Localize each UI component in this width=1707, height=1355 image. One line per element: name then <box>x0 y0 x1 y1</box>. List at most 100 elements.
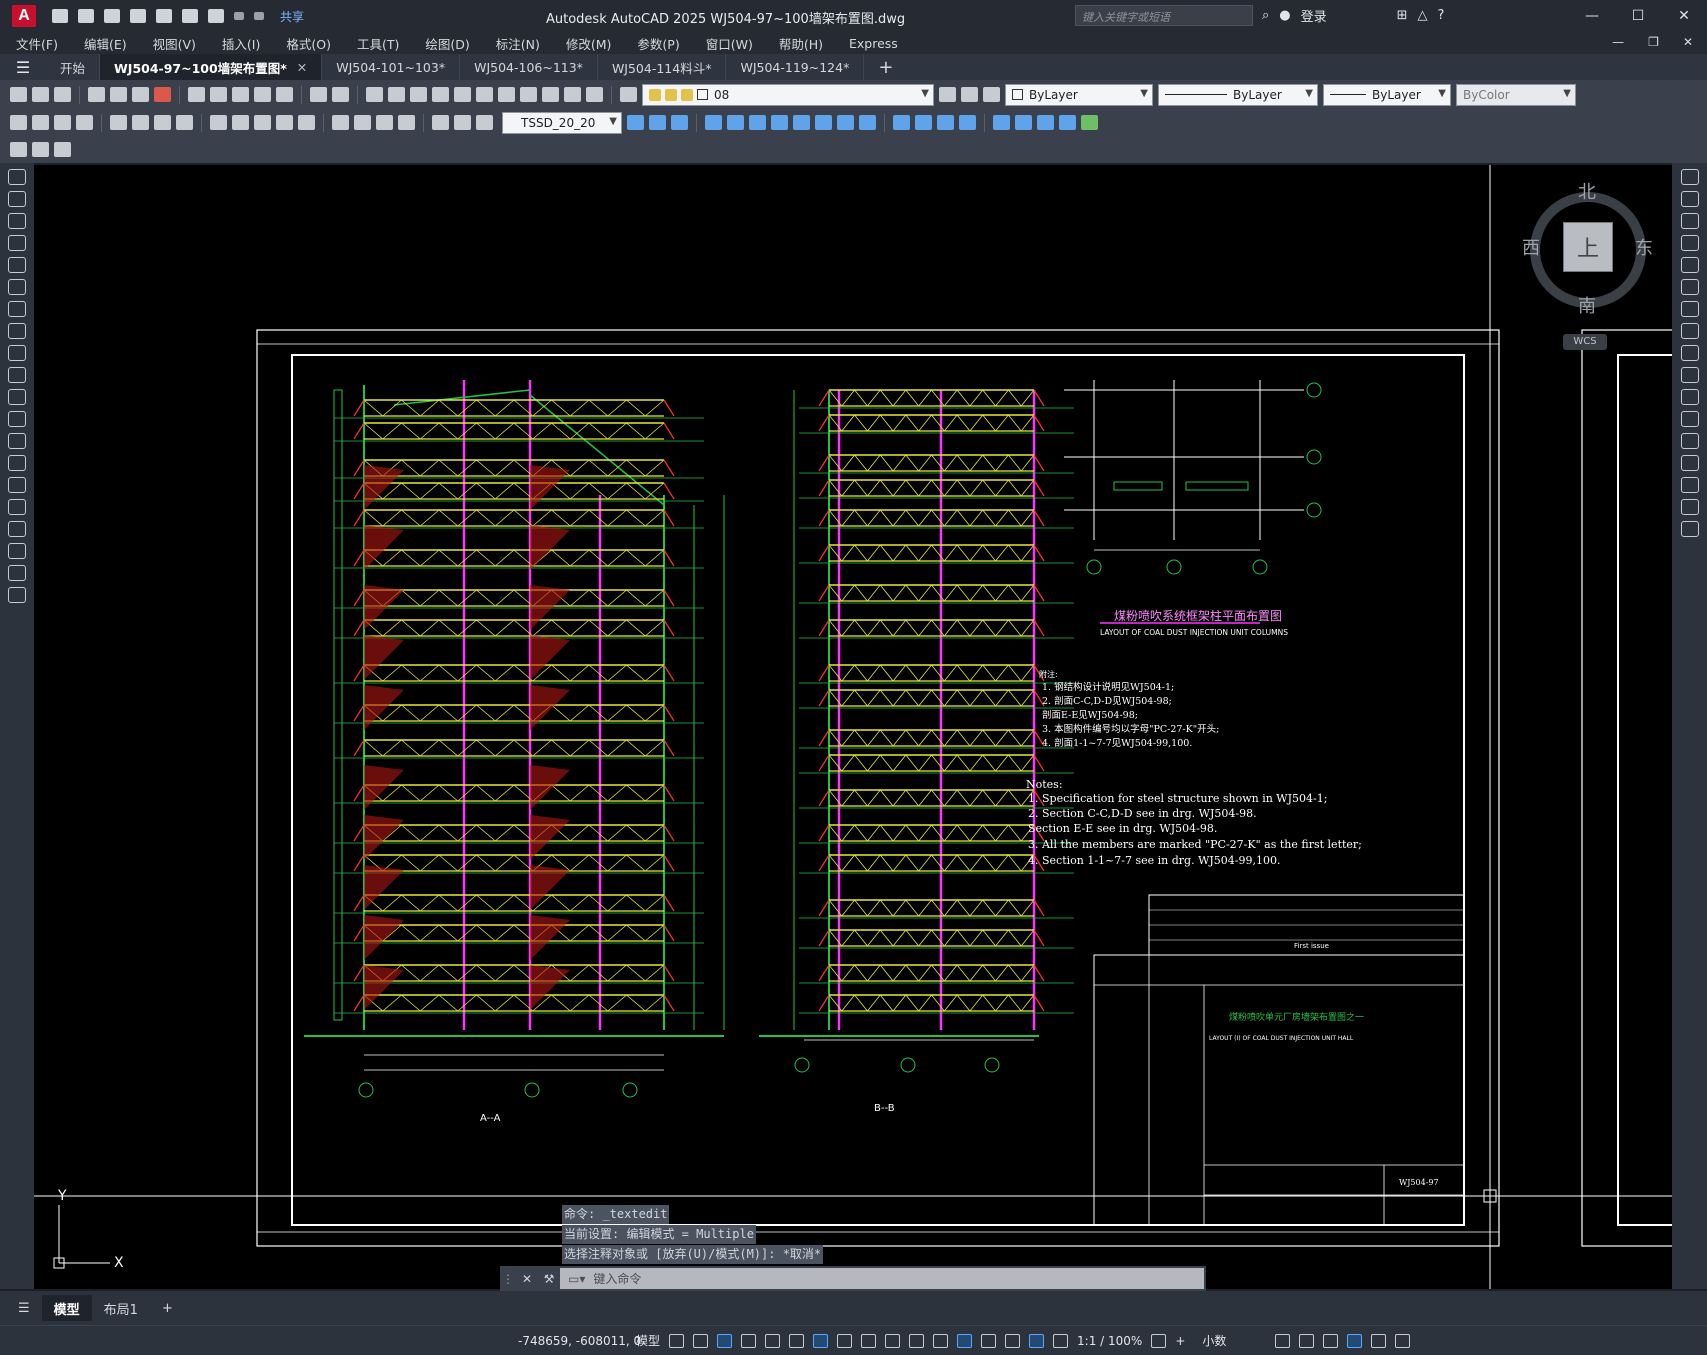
search-icon[interactable]: ⌕ <box>1262 8 1269 23</box>
move-icon[interactable] <box>1680 279 1699 295</box>
region-icon[interactable] <box>8 521 26 537</box>
inspection-icon[interactable] <box>376 115 393 130</box>
circle-icon[interactable] <box>8 301 26 317</box>
new-tab-icon[interactable]: + <box>864 54 907 80</box>
zoom-window-icon[interactable] <box>410 87 427 102</box>
block-editor-icon[interactable] <box>276 87 293 102</box>
color-dropdown[interactable]: ByLayer ▼ <box>1005 83 1153 106</box>
search-input[interactable]: 键入关键字或短语 <box>1075 5 1253 26</box>
rotate-icon[interactable] <box>1680 301 1699 317</box>
menu-item[interactable]: 工具(T) <box>357 34 399 53</box>
login-button[interactable]: 登录 <box>1301 6 1327 25</box>
tab-start[interactable]: 开始 <box>46 54 101 80</box>
arc-length-icon[interactable] <box>54 115 71 130</box>
attach-icon[interactable] <box>32 142 49 157</box>
layout-menu-icon[interactable]: ☰ <box>6 1301 42 1316</box>
modify-tool-6-icon[interactable] <box>749 115 766 130</box>
plotstyle-dropdown[interactable]: ByColor ▼ <box>1456 83 1576 106</box>
dynamic-input-icon[interactable] <box>717 1333 733 1348</box>
text-style-dropdown[interactable]: TSSD_20_20 ▼ <box>502 111 622 134</box>
spline-icon[interactable] <box>8 345 26 361</box>
modify-tool-7-icon[interactable] <box>771 115 788 130</box>
paste-icon[interactable] <box>232 87 249 102</box>
tab-wj504-114[interactable]: WJ504-114料斗* <box>598 54 727 80</box>
menu-item[interactable]: 绘图(D) <box>425 34 469 53</box>
autocad-logo-icon[interactable]: A <box>12 5 36 27</box>
graphics-performance-icon[interactable] <box>1347 1333 1363 1348</box>
angular-icon[interactable] <box>176 115 193 130</box>
modify-tool-5-icon[interactable] <box>727 115 744 130</box>
ellipse-icon[interactable] <box>8 367 26 383</box>
menu-item[interactable]: 视图(V) <box>153 34 196 53</box>
quick-dimension-icon[interactable] <box>210 115 227 130</box>
point-icon[interactable] <box>8 455 26 471</box>
3d-print-icon[interactable] <box>154 87 171 102</box>
construction-line-icon[interactable] <box>8 191 26 207</box>
extend-icon[interactable] <box>1680 389 1699 405</box>
quick-properties-icon[interactable] <box>1275 1333 1291 1348</box>
save-as-icon[interactable] <box>130 9 146 23</box>
modify-tool-9-icon[interactable] <box>815 115 832 130</box>
arc-icon[interactable] <box>8 279 26 295</box>
jogged-linear-icon[interactable] <box>398 115 415 130</box>
modify-tool-15-icon[interactable] <box>959 115 976 130</box>
continue-icon[interactable] <box>254 115 271 130</box>
jogged-icon[interactable] <box>132 115 149 130</box>
compass-east[interactable]: 东 <box>1635 234 1653 260</box>
insert-image-icon[interactable] <box>10 142 27 157</box>
menu-item[interactable]: 文件(F) <box>16 34 58 53</box>
selection-filter-icon[interactable] <box>981 1333 997 1348</box>
plot-preview-icon[interactable] <box>110 87 127 102</box>
chamfer-icon[interactable] <box>1680 455 1699 471</box>
units-dropdown[interactable]: 小数 <box>1202 1332 1226 1349</box>
ortho-icon[interactable] <box>741 1333 757 1348</box>
modify-tool-10-icon[interactable] <box>837 115 854 130</box>
modify-tool-14-icon[interactable] <box>937 115 954 130</box>
annotation-scale[interactable]: 1:1 / 100% <box>1077 1334 1142 1348</box>
undo-icon[interactable] <box>234 12 244 20</box>
add-selected-icon[interactable] <box>8 587 26 603</box>
customization-icon[interactable] <box>1395 1333 1411 1348</box>
tolerance-icon[interactable] <box>332 115 349 130</box>
center-mark-icon[interactable] <box>354 115 371 130</box>
layer-properties-icon[interactable] <box>620 87 637 102</box>
join-icon[interactable] <box>1680 433 1699 449</box>
mirror-icon[interactable] <box>1680 213 1699 229</box>
ordinate-icon[interactable] <box>76 115 93 130</box>
modify-tool-13-icon[interactable] <box>915 115 932 130</box>
drawing-canvas[interactable]: Y X A--A B--B 煤粉喷吹系统框架柱平面布置图 LAYOUT OF C… <box>34 165 1672 1289</box>
help-icon[interactable]: ? <box>1438 8 1445 23</box>
doc-close-icon[interactable]: ✕ <box>1683 35 1693 49</box>
line-tool-icon[interactable] <box>8 169 26 185</box>
doc-restore-icon[interactable]: ❐ <box>1648 35 1659 49</box>
object-snap-icon[interactable] <box>837 1333 853 1348</box>
gradient-icon[interactable] <box>8 499 26 515</box>
lineweight-icon[interactable] <box>861 1333 877 1348</box>
zoom-previous-icon[interactable] <box>432 87 449 102</box>
array-icon[interactable] <box>1680 257 1699 273</box>
command-input[interactable]: ▭▾ 键入命令 <box>560 1268 1204 1289</box>
tab-wj504-97-100[interactable]: WJ504-97~100墙架布置图* ✕ <box>100 54 323 80</box>
command-close-icon[interactable]: ✕ <box>516 1272 538 1286</box>
erase-icon[interactable] <box>1680 169 1699 185</box>
modify-tool-12-icon[interactable] <box>893 115 910 130</box>
save-icon[interactable] <box>54 87 71 102</box>
layer-tool-icon[interactable] <box>54 142 71 157</box>
menu-item[interactable]: 帮助(H) <box>779 34 823 53</box>
baseline-icon[interactable] <box>232 115 249 130</box>
modify-tool-4-icon[interactable] <box>705 115 722 130</box>
close-icon[interactable]: ✕ <box>1661 0 1707 32</box>
ellipse-arc-icon[interactable] <box>8 389 26 405</box>
help-icon[interactable] <box>586 87 603 102</box>
annotation-visibility-icon[interactable] <box>1029 1333 1045 1348</box>
share-button[interactable]: 共享 <box>280 8 304 25</box>
tab-close-icon[interactable]: ✕ <box>297 60 307 75</box>
new-file-icon[interactable] <box>52 9 68 23</box>
modify-tool-19-icon[interactable] <box>1059 115 1076 130</box>
multiline-text-icon[interactable] <box>8 565 26 581</box>
modify-tool-1-icon[interactable] <box>627 115 644 130</box>
dimension-edit-icon[interactable] <box>432 115 449 130</box>
menu-item[interactable]: Express <box>849 36 898 51</box>
3d-osnap-icon[interactable] <box>933 1333 949 1348</box>
autodesk-icon[interactable]: △ <box>1418 8 1428 23</box>
